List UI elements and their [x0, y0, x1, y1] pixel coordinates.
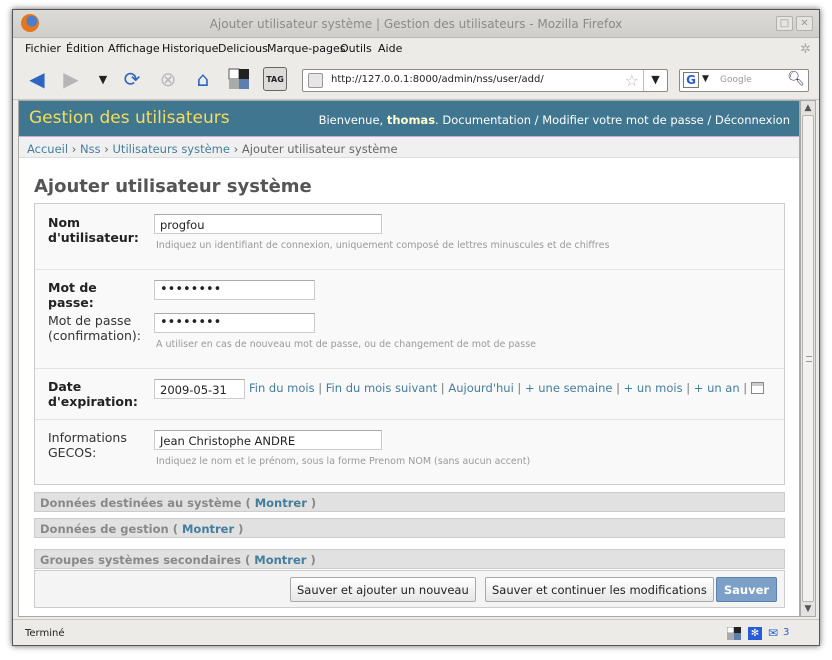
form-row-expiration: Date d'expiration: 2009-05-31 Fin du mois…	[35, 369, 784, 420]
breadcrumb-home[interactable]: Accueil	[27, 142, 68, 156]
engine-dropdown-icon[interactable]: ▼	[702, 74, 709, 84]
site-identity-icon[interactable]	[308, 73, 323, 88]
user-tools: Bienvenue, thomas. Documentation / Modif…	[318, 113, 790, 127]
gecos-input[interactable]: Jean Christophe ANDRE	[154, 430, 382, 450]
scroll-grip	[806, 356, 812, 362]
username-text: thomas	[386, 113, 436, 127]
password-confirm-label: Mot de passe (confirmation):	[48, 313, 141, 343]
gecos-help: Indiquez le nom et le prénom, sous la fo…	[156, 456, 531, 467]
browser-window: Ajouter utilisateur système | Gestion de…	[12, 9, 820, 646]
fieldset-secondary-groups: Groupes systèmes secondaires ( Montrer )	[34, 549, 785, 569]
status-bar: Terminé ✻ ✉ 3	[13, 619, 819, 645]
password-confirm-input[interactable]: ••••••••	[154, 313, 315, 333]
username-label: Nom d'utilisateur:	[48, 215, 139, 245]
breadcrumb: Accueil › Nss › Utilisateurs système › A…	[19, 136, 799, 158]
expiration-date-input[interactable]: 2009-05-31	[154, 379, 245, 399]
window-title: Ajouter utilisateur système | Gestion de…	[209, 17, 623, 31]
history-dropdown-icon[interactable]: ▼	[91, 67, 115, 91]
save-button[interactable]: Sauver	[716, 577, 777, 602]
show-management-data-link[interactable]: Montrer	[182, 522, 234, 536]
mail-icon[interactable]: ✉	[768, 627, 782, 640]
google-engine-icon[interactable]: G	[683, 72, 699, 88]
breadcrumb-current: Ajouter utilisateur système	[241, 142, 398, 156]
gecos-label: Informations GECOS:	[48, 430, 127, 460]
search-bar[interactable]: G ▼ Google 🔍︎	[679, 69, 809, 92]
fieldset-system-data: Données destinées au système ( Montrer )	[34, 492, 785, 512]
password-help: A utiliser en cas de nouveau mot de pass…	[156, 339, 536, 350]
username-input[interactable]: progfou	[154, 214, 382, 234]
snowflake-addon-icon[interactable]: ✻	[748, 627, 762, 640]
show-secondary-groups-link[interactable]: Montrer	[254, 553, 306, 567]
navigation-toolbar: ◀ ▶ ▼ ⟳ ⊗ ⌂ TAG http://127.0.0.1:8000/ad…	[13, 60, 819, 100]
save-and-continue-button[interactable]: Sauver et continuer les modifications	[485, 577, 714, 602]
shortcut-today[interactable]: Aujourd'hui	[448, 381, 513, 395]
vertical-scrollbar[interactable]: ▲ ▼	[800, 100, 816, 617]
admin-header: Gestion des utilisateurs Bienvenue, thom…	[19, 101, 799, 136]
shortcut-plus-month[interactable]: + un mois	[624, 381, 683, 395]
tag-icon[interactable]: TAG	[263, 67, 287, 91]
username-help: Indiquez un identifiant de connexion, un…	[156, 240, 610, 251]
password-input[interactable]: ••••••••	[154, 280, 315, 300]
page-content: Gestion des utilisateurs Bienvenue, thom…	[18, 100, 800, 617]
save-and-add-another-button[interactable]: Sauver et ajouter un nouveau	[290, 577, 476, 602]
url-bar[interactable]: http://127.0.0.1:8000/admin/nss/user/add…	[302, 69, 668, 92]
fieldset-management-data: Données de gestion ( Montrer )	[34, 518, 785, 538]
home-icon[interactable]: ⌂	[191, 67, 215, 91]
menu-affichage[interactable]: Affichage	[108, 42, 160, 55]
scroll-down-icon[interactable]: ▼	[801, 602, 815, 616]
menu-delicious[interactable]: Delicious	[218, 42, 268, 55]
throbber-icon: ✲	[800, 42, 811, 57]
shortcut-plus-week[interactable]: + une semaine	[525, 381, 612, 395]
delicious-icon[interactable]	[227, 67, 251, 91]
submit-row: Sauver et ajouter un nouveau Sauver et c…	[34, 570, 785, 608]
url-text[interactable]: http://127.0.0.1:8000/admin/nss/user/add…	[331, 74, 544, 85]
expiration-label: Date d'expiration:	[48, 379, 138, 409]
back-arrow-icon[interactable]: ◀	[25, 67, 49, 91]
scroll-thumb[interactable]	[802, 115, 814, 602]
main-fieldset: Nom d'utilisateur: progfou Indiquez un id…	[34, 203, 785, 485]
page-title: Ajouter utilisateur système	[34, 176, 312, 197]
menu-edition[interactable]: Édition	[66, 42, 104, 55]
site-branding[interactable]: Gestion des utilisateurs	[29, 108, 230, 128]
show-system-data-link[interactable]: Montrer	[255, 496, 307, 510]
form-row-gecos: Informations GECOS: Jean Christophe ANDRE…	[35, 420, 784, 485]
user-links[interactable]: Documentation / Modifier votre mot de pa…	[442, 113, 790, 127]
welcome-text: Bienvenue,	[318, 113, 387, 127]
breadcrumb-app[interactable]: Nss	[80, 142, 101, 156]
mail-count: 3	[783, 627, 790, 638]
menu-historique[interactable]: Historique	[162, 42, 218, 55]
close-button[interactable]: ✕	[796, 16, 813, 31]
menu-bar: Fichier Édition Affichage Historique Del…	[13, 38, 819, 60]
menu-fichier[interactable]: Fichier	[25, 42, 61, 55]
menu-outils[interactable]: Outils	[340, 42, 372, 55]
stop-icon[interactable]: ⊗	[156, 67, 180, 91]
menu-aide[interactable]: Aide	[378, 42, 402, 55]
delicious-status-icon[interactable]	[727, 627, 741, 640]
form-row-username: Nom d'utilisateur: progfou Indiquez un id…	[35, 204, 784, 270]
form-row-password: Mot de passe: •••••••• Mot de passe (confi…	[35, 270, 784, 369]
breadcrumb-model[interactable]: Utilisateurs système	[113, 142, 230, 156]
search-input[interactable]: Google	[720, 75, 752, 85]
bookmark-star-icon[interactable]: ☆	[625, 71, 639, 90]
date-shortcuts: Fin du mois | Fin du mois suivant | Aujo…	[249, 381, 764, 395]
forward-arrow-icon[interactable]: ▶	[59, 67, 83, 91]
calendar-icon[interactable]	[750, 382, 764, 394]
title-bar: Ajouter utilisateur système | Gestion de…	[13, 10, 819, 38]
url-dropdown-icon[interactable]: ▼	[643, 70, 667, 91]
reload-icon[interactable]: ⟳	[120, 67, 144, 91]
menu-marque-pages[interactable]: Marque-pages	[267, 42, 345, 55]
password-label: Mot de passe:	[48, 280, 97, 310]
delicious-logo-icon	[228, 68, 249, 89]
status-text: Terminé	[25, 628, 65, 639]
search-magnifier-icon[interactable]: 🔍︎	[787, 71, 805, 87]
maximize-button[interactable]: □	[776, 16, 793, 31]
shortcut-plus-year[interactable]: + un an	[694, 381, 740, 395]
shortcut-end-of-next-month[interactable]: Fin du mois suivant	[326, 381, 437, 395]
scroll-up-icon[interactable]: ▲	[801, 101, 815, 115]
shortcut-end-of-month[interactable]: Fin du mois	[249, 381, 315, 395]
